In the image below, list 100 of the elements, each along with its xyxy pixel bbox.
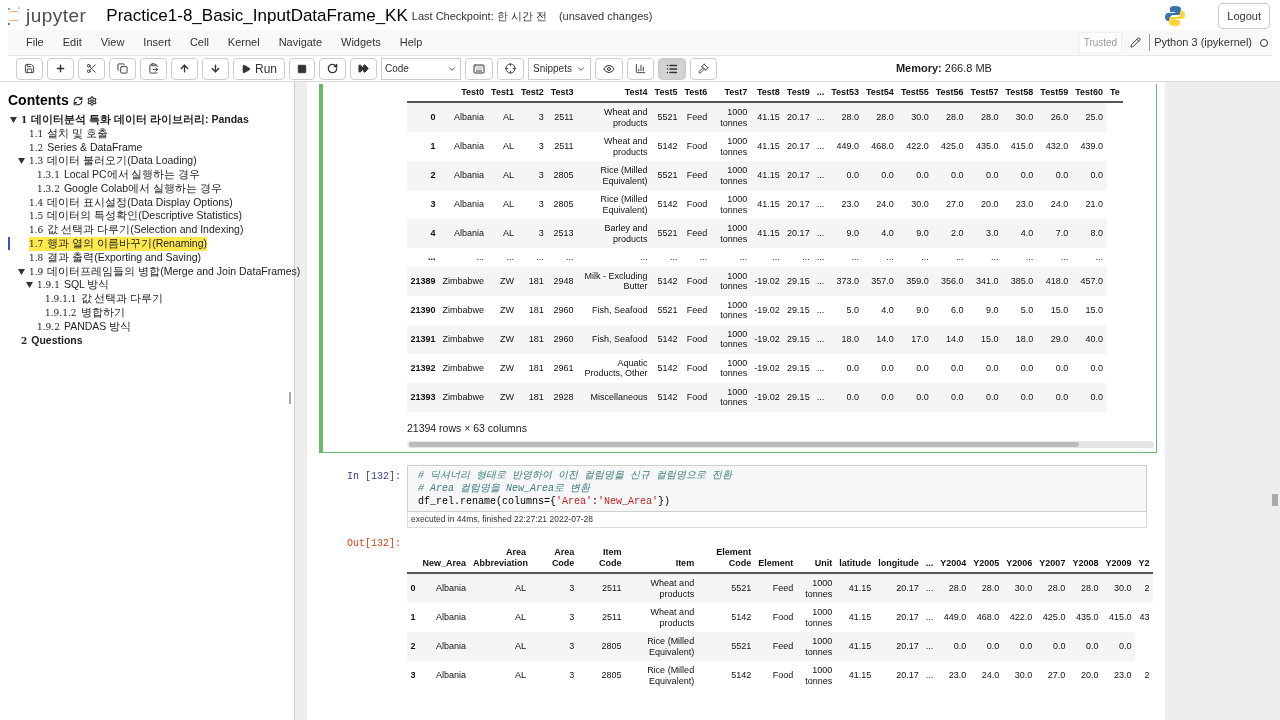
- table-cell: 3: [517, 161, 548, 190]
- table-cell: 3.0: [967, 219, 1002, 248]
- toc-link[interactable]: 1.9.1 SQL 방식: [37, 278, 110, 293]
- row-index: 21393: [407, 382, 440, 412]
- cut-button[interactable]: [78, 57, 105, 80]
- horizontal-scrollbar[interactable]: [407, 441, 1154, 449]
- table-cell: ...: [813, 161, 828, 190]
- menu-item[interactable]: Edit: [53, 34, 92, 51]
- table-cell: 0.0: [1101, 632, 1135, 661]
- menu-item[interactable]: Insert: [133, 34, 181, 51]
- notebook-title[interactable]: Practice1-8_Basic_InputDataFrame_KK: [106, 3, 408, 29]
- table-of-contents-button[interactable]: [657, 57, 686, 80]
- refresh-icon[interactable]: [72, 95, 83, 106]
- column-header: Te: [1106, 84, 1124, 102]
- table-cell: Albania: [419, 632, 470, 661]
- paste-button[interactable]: [140, 57, 167, 80]
- table-cell: 30.0: [1001, 102, 1037, 132]
- toc-link[interactable]: 1.6 값 선택과 다루기(Selection and Indexing): [29, 223, 244, 238]
- table-cell: 425.0: [932, 132, 968, 161]
- caret-icon[interactable]: [10, 116, 17, 123]
- toc-link[interactable]: 1.4 데이터 표시설정(Data Display Options): [29, 195, 233, 210]
- toc-link[interactable]: 1.7 행과 열의 이름바꾸기(Renaming): [29, 237, 208, 252]
- move-up-button[interactable]: [171, 57, 198, 80]
- toc-link[interactable]: 1.5 데이터의 특성확인(Descriptive Statistics): [29, 209, 243, 224]
- toc-link[interactable]: 1.3.1 Local PC에서 실행하는 경우: [37, 168, 201, 183]
- menu-item[interactable]: Widgets: [331, 34, 391, 51]
- toc-link[interactable]: 1.9 데이터프레임들의 병합(Merge and Join DataFrames): [29, 264, 301, 279]
- plus-icon: [55, 63, 66, 74]
- table-cell: 0.0: [967, 161, 1002, 190]
- table-cell: 2960: [547, 324, 578, 354]
- toc-link[interactable]: 1.9.1.1 값 선택과 다루기: [45, 292, 164, 307]
- menu-item[interactable]: Cell: [180, 34, 219, 51]
- table-cell: 2513: [547, 219, 578, 248]
- menu-item[interactable]: Kernel: [218, 34, 270, 51]
- toc-link[interactable]: 2 Questions: [21, 333, 83, 348]
- table-cell: 422.0: [897, 132, 933, 161]
- table-cell: 18.0: [827, 324, 863, 354]
- run-button[interactable]: Run: [233, 57, 285, 80]
- toc-link[interactable]: 1.3.2 Google Colab에서 실행하는 경우: [37, 181, 222, 196]
- menu-item[interactable]: Help: [390, 34, 432, 51]
- column-header: Area Abbreviation: [469, 544, 530, 573]
- toc-link[interactable]: 1.1 설치 및 호출: [29, 126, 109, 141]
- table-cell: 5521: [697, 632, 755, 661]
- cell-type-select[interactable]: Code: [381, 57, 461, 80]
- vertical-scrollbar[interactable]: [1272, 494, 1278, 506]
- table-cell: 5142: [697, 603, 755, 632]
- menu-item[interactable]: File: [8, 34, 54, 51]
- resize-handle[interactable]: [289, 392, 291, 404]
- snippets-select[interactable]: Snippets: [528, 57, 591, 80]
- table-cell: Barley and products: [577, 219, 652, 248]
- column-header: Y2008: [1068, 544, 1102, 573]
- table-cell: 15.0: [1036, 295, 1072, 325]
- toc-link[interactable]: 1.3 데이터 불러오기(Data Loading): [29, 154, 197, 169]
- keyboard-button[interactable]: [465, 57, 493, 80]
- menu-item[interactable]: Navigate: [269, 34, 332, 51]
- table-cell: -19.02: [750, 353, 784, 383]
- table-cell: 9.0: [967, 295, 1002, 325]
- toc-link[interactable]: 1.9.2 PANDAS 방식: [37, 319, 132, 334]
- code-editor[interactable]: # 딕셔너리 형태로 반영하여 이전 컬럼명을 신규 컬럼명으로 전환 # Area 컬럼명을 New_Area로 변환 df_rel.rename(columns={'Area':'New_Area'}): [407, 465, 1147, 513]
- run-all-button[interactable]: [350, 57, 377, 80]
- table-cell: 28.0: [967, 102, 1002, 132]
- save-button[interactable]: [16, 57, 43, 80]
- eye-button[interactable]: [594, 57, 623, 80]
- table-cell: 359.0: [897, 266, 933, 296]
- table-cell: 0.0: [897, 353, 933, 383]
- column-header: Test56: [932, 84, 968, 102]
- toc-link[interactable]: 1.2 Series & DataFrame: [29, 140, 143, 155]
- table-cell: -19.02: [750, 324, 784, 354]
- caret-icon[interactable]: [26, 282, 33, 289]
- edit-icon[interactable]: [1130, 37, 1142, 48]
- table-cell: ...: [547, 248, 578, 267]
- table-cell: Food: [680, 382, 711, 412]
- copy-button[interactable]: [109, 57, 136, 80]
- caret-icon[interactable]: [18, 268, 25, 275]
- table-cell: 5142: [651, 132, 681, 161]
- row-index: 1: [407, 132, 440, 161]
- table-cell: 5521: [651, 295, 681, 325]
- stop-button[interactable]: [289, 57, 315, 80]
- chart-button[interactable]: [626, 57, 654, 80]
- row-index: 2: [407, 632, 419, 661]
- table-cell: 2805: [577, 661, 625, 690]
- toc-link[interactable]: 1.9.1.2 병합하기: [45, 306, 125, 321]
- menu-item[interactable]: View: [91, 34, 134, 51]
- gavel-button[interactable]: [689, 57, 717, 80]
- table-cell: 29.15: [783, 353, 814, 383]
- restart-button[interactable]: [319, 57, 346, 80]
- table-cell: 5142: [651, 190, 681, 219]
- move-down-button[interactable]: [202, 57, 229, 80]
- crosshair-button[interactable]: [497, 57, 524, 80]
- insert-cell-button[interactable]: [47, 57, 74, 80]
- toc-link[interactable]: 1.8 결과 출력(Exporting and Saving): [29, 250, 202, 265]
- table-cell: 40.0: [1071, 324, 1107, 354]
- caret-icon[interactable]: [18, 158, 25, 165]
- table-cell: 20.17: [874, 632, 923, 661]
- table-cell: 2511: [577, 603, 625, 632]
- settings-icon[interactable]: [86, 95, 97, 106]
- table-cell: 5142: [651, 324, 681, 354]
- table-cell: ...: [862, 248, 898, 267]
- toc-link[interactable]: 1 데이터분석 특화 데이터 라이브러리: Pandas: [21, 112, 249, 127]
- logout-button[interactable]: Logout: [1218, 3, 1270, 29]
